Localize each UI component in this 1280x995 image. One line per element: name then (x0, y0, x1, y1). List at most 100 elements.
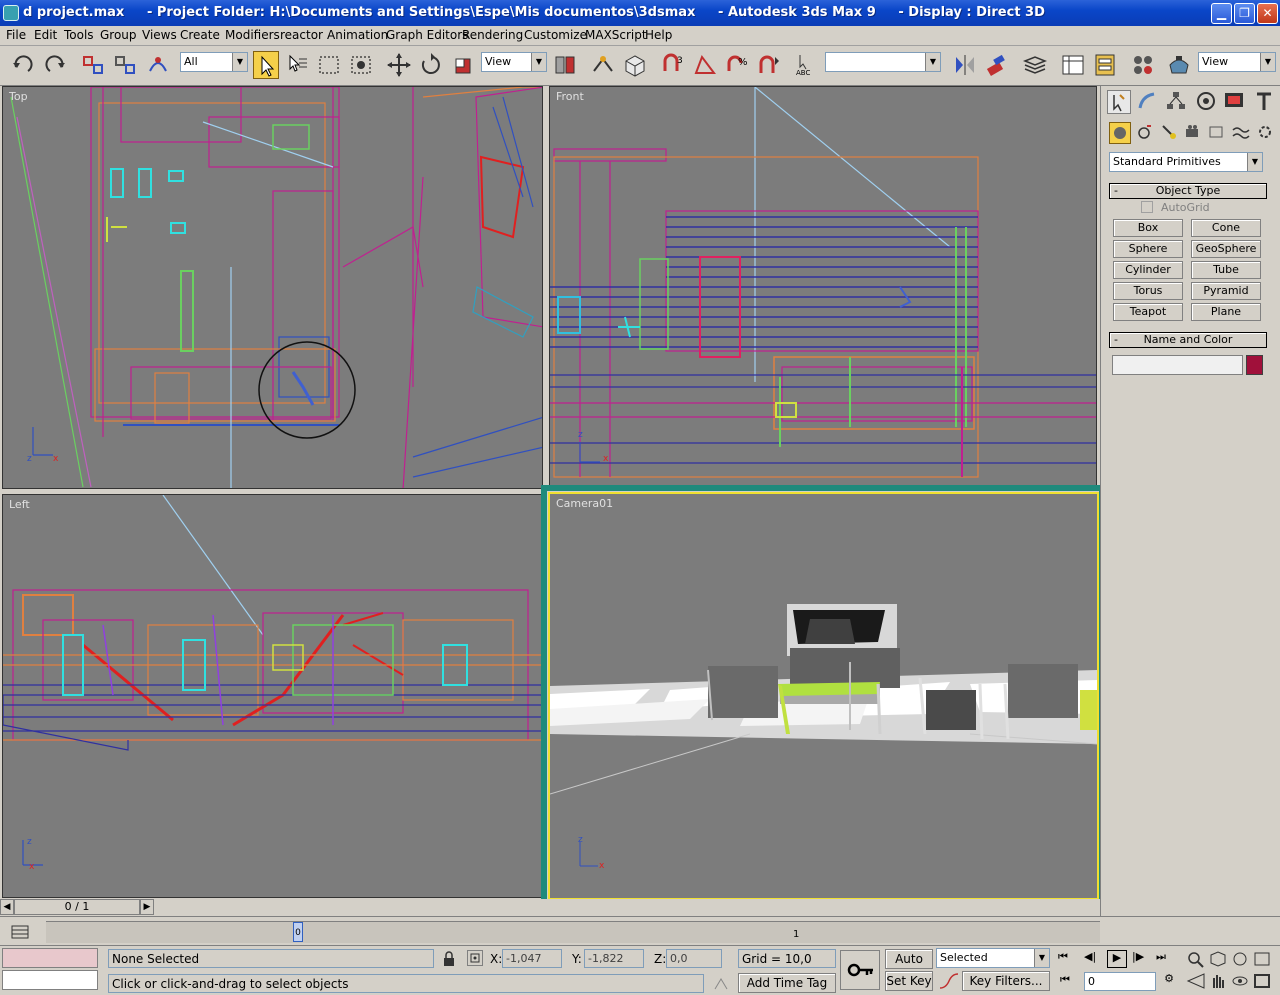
systems-icon[interactable] (1255, 122, 1277, 144)
previous-frame-icon[interactable]: ◀| (1084, 950, 1104, 968)
pivot-center-icon[interactable] (552, 51, 578, 79)
utilities-tab-icon[interactable] (1253, 90, 1277, 114)
layer-manager-icon[interactable] (1022, 51, 1048, 79)
object-name-input[interactable] (1112, 355, 1243, 375)
object-type-rollout-header[interactable]: - Object Type (1109, 183, 1267, 199)
x-coordinate-input[interactable]: -1,047 (502, 949, 562, 968)
maxscript-listener-mini[interactable] (2, 948, 98, 968)
keyboard-shortcut-override-icon[interactable] (622, 51, 648, 79)
set-key-button[interactable]: Set Key (885, 971, 933, 991)
rotate-icon[interactable] (418, 51, 444, 79)
track-bar-marker[interactable]: 0 (293, 922, 303, 942)
field-of-view-icon[interactable] (1186, 972, 1206, 990)
close-button[interactable]: ✕ (1257, 3, 1278, 24)
shapes-icon[interactable] (1135, 122, 1157, 144)
geometry-icon[interactable] (1109, 122, 1131, 144)
edit-named-selection-icon[interactable]: ABC (794, 51, 820, 79)
render-view-dropdown[interactable]: View ▼ (1198, 52, 1276, 72)
torus-button[interactable]: Torus (1113, 282, 1183, 300)
chevron-right-icon[interactable]: ▶ (140, 899, 154, 915)
cylinder-button[interactable]: Cylinder (1113, 261, 1183, 279)
cameras-icon[interactable] (1183, 122, 1205, 144)
absolute-mode-icon[interactable] (467, 950, 483, 966)
modify-tab-icon[interactable] (1136, 90, 1160, 114)
y-coordinate-input[interactable]: -1,822 (584, 949, 644, 968)
pyramid-button[interactable]: Pyramid (1191, 282, 1261, 300)
viewport-label-camera[interactable]: Camera01 (556, 497, 613, 510)
time-slider[interactable]: ◀ 0 / 1 ▶ (0, 899, 1100, 916)
next-frame-icon[interactable]: |▶ (1132, 950, 1152, 968)
maximize-viewport-icon[interactable] (1252, 972, 1272, 990)
tube-button[interactable]: Tube (1191, 261, 1261, 279)
create-tab-icon[interactable] (1107, 90, 1131, 114)
play-icon[interactable]: ▶ (1107, 950, 1127, 968)
select-and-manipulate-icon[interactable] (590, 51, 616, 79)
reference-coordinate-dropdown[interactable]: View ▼ (481, 52, 547, 72)
angle-snap-icon[interactable] (692, 51, 718, 79)
link-icon[interactable] (80, 51, 106, 79)
zoom-all-icon[interactable] (1208, 950, 1228, 968)
named-selection-dropdown[interactable]: ▼ (825, 52, 941, 72)
autogrid-checkbox[interactable] (1141, 201, 1153, 213)
window-crossing-icon[interactable] (348, 51, 374, 79)
menu-help[interactable]: Help (645, 28, 672, 42)
zoom-extents-icon[interactable] (1230, 950, 1250, 968)
menu-animation[interactable]: Animation (327, 28, 388, 42)
align-icon[interactable] (984, 51, 1010, 79)
schematic-view-icon[interactable] (1092, 51, 1118, 79)
unlink-icon[interactable] (112, 51, 138, 79)
select-by-name-icon[interactable] (284, 51, 310, 79)
scale-icon[interactable] (450, 51, 476, 79)
cone-button[interactable]: Cone (1191, 219, 1261, 237)
viewport-label-left[interactable]: Left (9, 498, 30, 511)
display-tab-icon[interactable] (1223, 90, 1247, 114)
lights-icon[interactable] (1159, 122, 1181, 144)
viewport-camera[interactable]: z x Camera01 (548, 492, 1099, 900)
object-color-swatch[interactable] (1246, 355, 1263, 375)
menu-graph-editors[interactable]: Graph Editors (386, 28, 468, 42)
key-filters-button[interactable]: Key Filters... (962, 971, 1050, 991)
time-slider-thumb[interactable]: 0 / 1 (14, 899, 140, 915)
menu-tools[interactable]: Tools (64, 28, 94, 42)
spacewarps-icon[interactable] (1231, 122, 1253, 144)
minimize-button[interactable]: ▁ (1211, 3, 1232, 24)
menu-group[interactable]: Group (100, 28, 137, 42)
box-button[interactable]: Box (1113, 219, 1183, 237)
default-tangent-icon[interactable] (938, 972, 960, 990)
render-scene-icon[interactable] (1166, 51, 1192, 79)
key-mode-dropdown[interactable]: Selected ▼ (936, 948, 1050, 968)
material-editor-icon[interactable] (1130, 51, 1156, 79)
menu-modifiers[interactable]: Modifiers (225, 28, 280, 42)
auto-key-button[interactable]: Auto Key (885, 949, 933, 984)
mirror-icon[interactable] (952, 51, 978, 79)
viewport-front[interactable]: z x Front (549, 86, 1097, 489)
pan-icon[interactable] (1208, 972, 1228, 990)
menu-create[interactable]: Create (180, 28, 220, 42)
name-color-rollout-header[interactable]: - Name and Color (1109, 332, 1267, 348)
mini-curve-editor-icon[interactable] (8, 923, 34, 941)
menu-rendering[interactable]: Rendering (462, 28, 523, 42)
key-mode-toggle-icon[interactable]: ⏮ (1060, 973, 1082, 991)
lock-icon[interactable] (442, 951, 456, 967)
motion-tab-icon[interactable] (1195, 90, 1219, 114)
maxscript-input[interactable] (2, 970, 98, 990)
menu-views[interactable]: Views (142, 28, 177, 42)
menu-edit[interactable]: Edit (34, 28, 57, 42)
current-frame-input[interactable]: 0 (1084, 972, 1156, 991)
snaps-toggle-icon[interactable]: 3 (660, 51, 686, 79)
set-keys-key-icon[interactable] (840, 950, 880, 990)
maximize-button[interactable]: ❐ (1234, 3, 1255, 24)
undo-icon[interactable] (10, 51, 36, 79)
rectangular-selection-icon[interactable] (316, 51, 342, 79)
chevron-left-icon[interactable]: ◀ (0, 899, 14, 915)
select-object-icon[interactable] (253, 51, 279, 79)
viewport-left[interactable]: z x Left (2, 494, 542, 898)
menu-customize[interactable]: Customize (524, 28, 587, 42)
time-configuration-icon[interactable]: ⚙ (1160, 972, 1178, 990)
percent-snap-icon[interactable]: % (724, 51, 750, 79)
spinner-snap-icon[interactable] (756, 51, 782, 79)
z-coordinate-input[interactable]: 0,0 (666, 949, 722, 968)
add-time-tag-button[interactable]: Add Time Tag (738, 973, 836, 993)
orbit-icon[interactable] (1230, 972, 1250, 990)
track-bar[interactable]: 0 1 (0, 916, 1280, 945)
